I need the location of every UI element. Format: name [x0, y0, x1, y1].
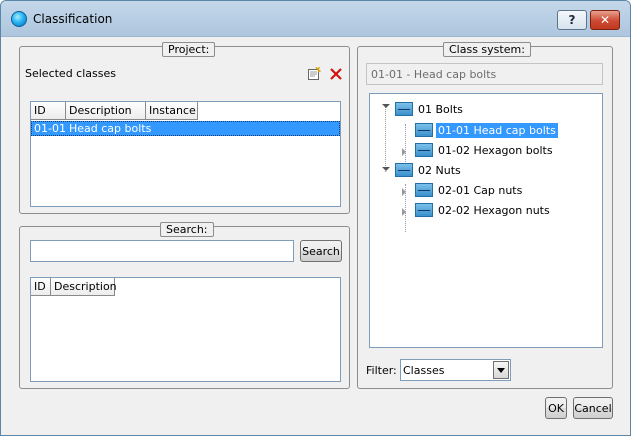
column-header-description[interactable]: Description	[66, 102, 146, 120]
ok-button[interactable]: OK	[545, 397, 567, 419]
filter-label: Filter:	[366, 364, 397, 377]
new-class-icon[interactable]	[307, 67, 321, 81]
column-header-id[interactable]: ID	[31, 102, 66, 120]
column-header-description[interactable]: Description	[51, 278, 117, 296]
row-id: 01-01	[34, 122, 66, 135]
cancel-button[interactable]: Cancel	[573, 397, 613, 419]
class-system-legend: Class system:	[443, 42, 531, 57]
tree-node-label: 01 Bolts	[418, 102, 463, 116]
project-legend: Project:	[162, 42, 216, 57]
expander-closed-icon[interactable]	[402, 188, 406, 196]
table-header: ID Description	[31, 278, 117, 296]
class-system-panel: Class system: 01-01 - Head cap bolts 01 …	[357, 42, 613, 389]
close-button[interactable]: ✕	[590, 10, 620, 30]
search-legend: Search:	[160, 222, 214, 237]
tree-node-label: 01-01 Head cap bolts	[436, 122, 558, 138]
tree-node-01-02[interactable]: 01-02 Hexagon bolts	[415, 142, 555, 158]
filter-select[interactable]: Classes	[400, 359, 511, 381]
delete-icon[interactable]	[329, 67, 343, 81]
tree-node-01-01[interactable]: 01-01 Head cap bolts	[415, 122, 558, 138]
tree-node-label: 02-02 Hexagon nuts	[438, 203, 550, 217]
help-button[interactable]: ?	[557, 10, 587, 30]
expander-open-icon[interactable]	[382, 104, 390, 108]
search-panel: Search: Search ID Description	[19, 222, 350, 389]
selected-classes-label: Selected classes	[25, 67, 116, 80]
search-button[interactable]: Search	[300, 240, 342, 262]
title-bar[interactable]: Classification ? ✕	[1, 1, 630, 37]
tree-node-02-01[interactable]: 02-01 Cap nuts	[415, 182, 524, 198]
selected-class-field: 01-01 - Head cap bolts	[366, 63, 603, 85]
tree-node-label: 02-01 Cap nuts	[438, 183, 523, 197]
tree-node-label: 02 Nuts	[418, 163, 461, 177]
tree-node-02-02[interactable]: 02-02 Hexagon nuts	[415, 202, 552, 218]
search-results-table[interactable]: ID Description	[30, 277, 341, 382]
tree-node-label: 01-02 Hexagon bolts	[438, 143, 553, 157]
tree-node-01-bolts[interactable]: 01 Bolts	[395, 101, 465, 117]
tree-node-02-nuts[interactable]: 02 Nuts	[395, 162, 463, 178]
column-header-id[interactable]: ID	[31, 278, 51, 296]
app-globe-icon	[11, 11, 27, 27]
table-row[interactable]: 01-01 Head cap bolts	[31, 121, 340, 136]
filter-selected-value: Classes	[403, 364, 445, 377]
dropdown-button[interactable]	[493, 361, 509, 379]
expander-closed-icon[interactable]	[402, 208, 406, 216]
table-header: ID Description Instance	[31, 102, 198, 120]
class-icon	[415, 183, 433, 197]
column-header-instance[interactable]: Instance	[146, 102, 198, 120]
class-icon	[415, 123, 433, 137]
selected-class-text: 01-01 - Head cap bolts	[371, 68, 497, 81]
window-title: Classification	[33, 12, 113, 26]
class-icon	[415, 203, 433, 217]
class-icon	[415, 143, 433, 157]
selected-classes-table[interactable]: ID Description Instance 01-01 Head cap b…	[30, 101, 341, 207]
classification-dialog: Classification ? ✕ Project: Selected cla…	[0, 0, 631, 436]
search-input[interactable]	[30, 240, 294, 262]
row-description: Head cap bolts	[69, 122, 152, 135]
expander-open-icon[interactable]	[382, 167, 390, 171]
chevron-down-icon	[497, 368, 505, 373]
project-panel: Project: Selected classes ID Description…	[19, 42, 350, 214]
class-tree[interactable]: 01 Bolts 01-01 Head cap bolts 01-02 Hexa…	[369, 93, 603, 348]
expander-closed-icon[interactable]	[402, 148, 406, 156]
class-icon	[395, 102, 413, 116]
class-icon	[395, 163, 413, 177]
